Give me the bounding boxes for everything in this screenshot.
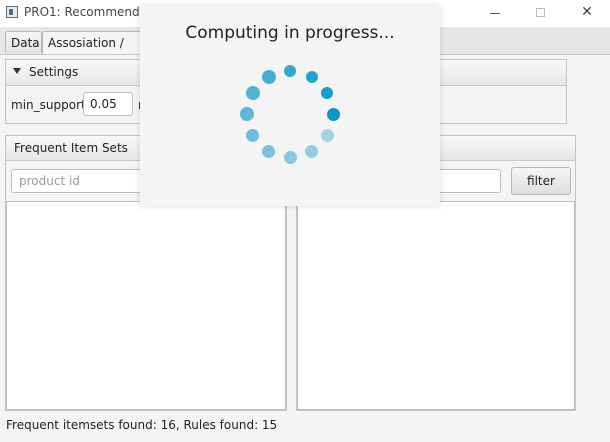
- spinner-dot: [261, 69, 276, 84]
- spinner-dot: [305, 70, 318, 83]
- spinner-dot: [321, 86, 334, 99]
- rules-list[interactable]: [297, 201, 575, 410]
- minimize-button[interactable]: [472, 0, 518, 27]
- close-button[interactable]: ✕: [564, 0, 610, 27]
- close-icon: ✕: [581, 4, 593, 20]
- filter-button[interactable]: filter: [511, 167, 571, 195]
- spinner-dot: [283, 150, 297, 164]
- frequent-item-sets-list[interactable]: [6, 201, 286, 410]
- frequent-item-sets-title: Frequent Item Sets: [14, 141, 128, 155]
- status-text: Frequent itemsets found: 16, Rules found…: [6, 418, 278, 432]
- spinner-dot: [262, 144, 275, 158]
- spinner-dot: [240, 107, 254, 121]
- app-icon: [6, 6, 18, 18]
- spinner-dot: [284, 65, 296, 77]
- spinner-dot: [305, 144, 318, 158]
- minimize-icon: [490, 13, 500, 14]
- spinner-dot: [320, 129, 334, 142]
- tab-assosiation[interactable]: Assosiation / Rec: [42, 31, 152, 72]
- window-title: PRO1: Recommendati: [24, 5, 156, 19]
- collapse-triangle-icon: [13, 68, 21, 74]
- settings-header-label: Settings: [29, 65, 79, 79]
- min-support-label: min_support: [11, 98, 86, 112]
- spinner-dot: [246, 129, 260, 142]
- progress-message: Computing in progress...: [185, 23, 395, 43]
- progress-spinner-icon: [240, 64, 340, 164]
- maximize-icon: [536, 8, 545, 17]
- tab-data[interactable]: Data: [5, 31, 42, 53]
- min-support-input[interactable]: [83, 92, 133, 116]
- maximize-button[interactable]: [518, 0, 564, 27]
- spinner-dot: [326, 107, 340, 121]
- spinner-dot: [245, 85, 260, 100]
